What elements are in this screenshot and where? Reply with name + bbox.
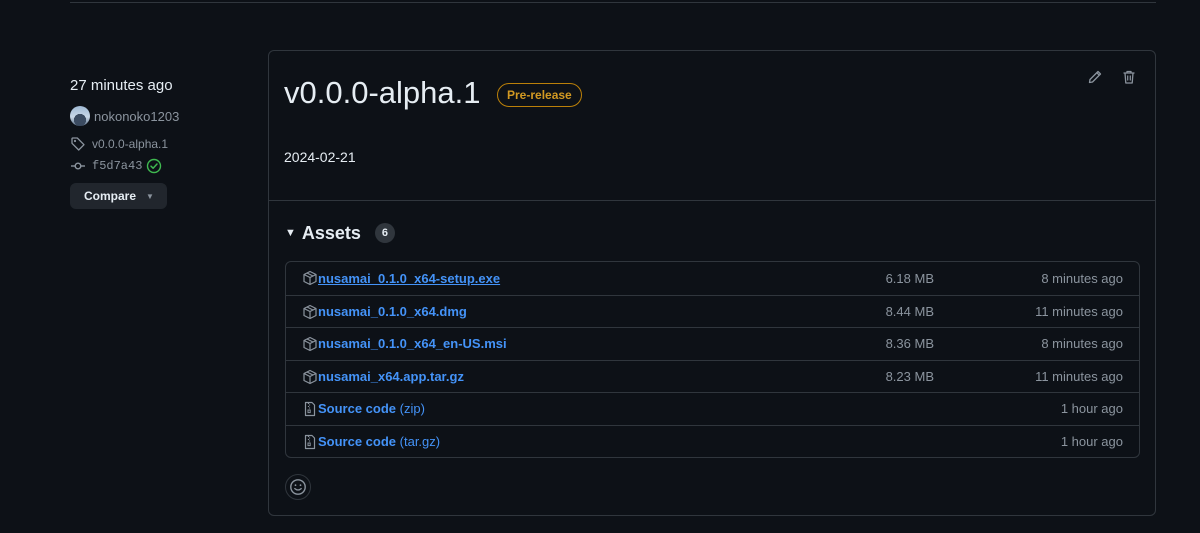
asset-link[interactable]: Source code (tar.gz) — [318, 434, 440, 449]
release-card: v0.0.0-alpha.1 Pre-release 2024-02-21 ▼ … — [268, 50, 1156, 516]
release-notes: 2024-02-21 — [284, 149, 356, 165]
asset-format[interactable]: (zip) — [396, 401, 425, 416]
asset-time: 11 minutes ago — [1035, 368, 1123, 384]
asset-size: 8.44 MB — [885, 303, 934, 319]
git-commit-icon — [71, 162, 85, 170]
asset-time: 8 minutes ago — [1041, 336, 1123, 352]
compare-button[interactable]: Compare ▼ — [70, 183, 167, 209]
smiley-icon — [290, 479, 306, 495]
commit-sha[interactable]: f5d7a43 — [92, 159, 142, 173]
asset-size: 8.36 MB — [885, 336, 934, 352]
assets-count: 6 — [374, 223, 395, 243]
asset-link[interactable]: nusamai_0.1.0_x64_en-US.msi — [318, 336, 507, 351]
release-commit[interactable]: f5d7a43 — [70, 158, 250, 174]
prerelease-badge: Pre-release — [497, 83, 582, 107]
asset-link[interactable]: Source code (zip) — [318, 401, 425, 416]
chevron-down-icon: ▼ — [146, 191, 154, 201]
asset-name[interactable]: nusamai_0.1.0_x64_en-US.msi — [318, 336, 507, 351]
release-header: v0.0.0-alpha.1 Pre-release 2024-02-21 — [269, 51, 1155, 201]
asset-row: nusamai_x64.app.tar.gz 8.23 MB 11 minutes … — [286, 359, 1139, 393]
asset-time: 1 hour ago — [1060, 433, 1123, 449]
assets-toggle[interactable]: ▼ Assets 6 — [285, 223, 395, 243]
tag-icon — [71, 137, 85, 151]
triangle-down-icon: ▼ — [285, 227, 296, 239]
pencil-icon[interactable] — [1087, 69, 1103, 85]
asset-time: 11 minutes ago — [1035, 303, 1123, 319]
release-author[interactable]: nokonoko1203 — [70, 106, 250, 126]
assets-list: nusamai_0.1.0_x64-setup.exe 6.18 MB 8 minu… — [285, 261, 1140, 458]
asset-name[interactable]: Source code — [318, 401, 396, 416]
release-tag[interactable]: v0.0.0-alpha.1 — [70, 136, 250, 152]
release-time: 27 minutes ago — [70, 77, 173, 94]
asset-name[interactable]: nusamai_0.1.0_x64-setup.exe — [318, 271, 500, 286]
asset-name[interactable]: nusamai_x64.app.tar.gz — [318, 369, 464, 384]
trash-icon[interactable] — [1121, 69, 1137, 85]
asset-link[interactable]: nusamai_0.1.0_x64.dmg — [318, 304, 467, 319]
top-divider — [70, 2, 1156, 3]
asset-name[interactable]: nusamai_0.1.0_x64.dmg — [318, 304, 467, 319]
asset-row: Source code (tar.gz) 1 hour ago — [286, 424, 1139, 458]
asset-link[interactable]: nusamai_0.1.0_x64-setup.exe — [318, 271, 500, 286]
asset-name[interactable]: Source code — [318, 434, 396, 449]
asset-link[interactable]: nusamai_x64.app.tar.gz — [318, 369, 464, 384]
asset-row: Source code (zip) 1 hour ago — [286, 392, 1139, 425]
compare-label: Compare — [84, 189, 137, 203]
release-actions — [1087, 69, 1137, 85]
assets-label: Assets — [301, 222, 361, 243]
asset-format[interactable]: (tar.gz) — [396, 434, 440, 449]
asset-row: nusamai_0.1.0_x64.dmg 8.44 MB 11 minutes a… — [286, 294, 1139, 328]
asset-time: 1 hour ago — [1060, 401, 1123, 417]
asset-row: nusamai_0.1.0_x64-setup.exe 6.18 MB 8 minu… — [286, 262, 1139, 295]
avatar[interactable] — [70, 106, 90, 126]
asset-size: 8.23 MB — [885, 368, 934, 384]
asset-row: nusamai_0.1.0_x64_en-US.msi 8.36 MB 8 minu… — [286, 327, 1139, 360]
author-name[interactable]: nokonoko1203 — [94, 109, 179, 124]
release-title[interactable]: v0.0.0-alpha.1 — [284, 75, 480, 111]
verified-check-icon[interactable] — [146, 158, 162, 174]
asset-size: 6.18 MB — [885, 270, 934, 286]
release-meta: 27 minutes ago nokonoko1203 v0.0.0-alpha… — [70, 76, 250, 209]
add-reaction-button[interactable] — [285, 474, 311, 500]
tag-name[interactable]: v0.0.0-alpha.1 — [92, 137, 168, 151]
asset-time: 8 minutes ago — [1041, 270, 1123, 286]
